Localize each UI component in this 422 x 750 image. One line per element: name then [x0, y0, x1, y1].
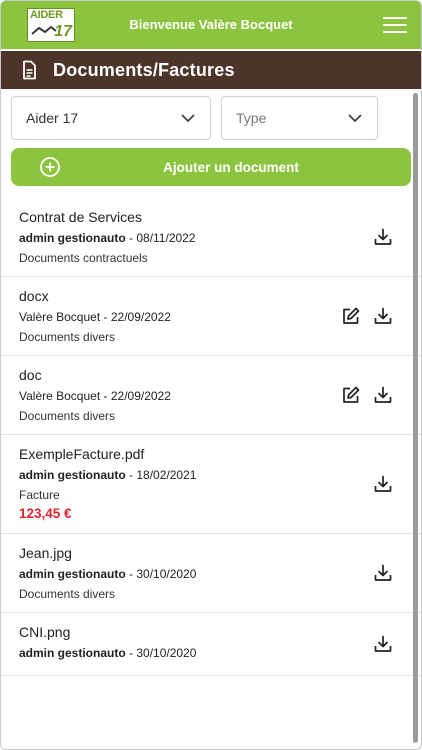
logo-text: AIDER	[30, 9, 63, 21]
download-icon[interactable]	[373, 227, 393, 247]
document-category: Documents divers	[19, 587, 116, 601]
document-meta: admin gestionauto - 18/02/2021	[19, 468, 197, 482]
document-category: Documents divers	[19, 330, 116, 344]
section-title-bar: Documents/Factures	[1, 51, 421, 89]
document-actions	[373, 474, 393, 494]
scrollbar[interactable]	[413, 93, 418, 743]
document-category: Documents contractuels	[19, 251, 148, 265]
document-row[interactable]: doc Valère Bocquet - 22/09/2022 Document…	[1, 356, 421, 435]
download-icon[interactable]	[373, 563, 393, 583]
plus-circle-icon	[40, 157, 60, 177]
document-author: Valère Bocquet	[19, 389, 101, 403]
filters-row: Aider 17 Type	[1, 89, 421, 140]
document-row[interactable]: Contrat de Services admin gestionauto - …	[1, 198, 421, 277]
document-name: CNI.png	[19, 624, 71, 640]
document-date: 08/11/2022	[136, 231, 196, 245]
document-meta: admin gestionauto - 30/10/2020	[19, 646, 197, 660]
hamburger-line	[383, 17, 407, 19]
type-select[interactable]: Type	[221, 96, 378, 140]
hamburger-line	[383, 24, 407, 26]
company-select-value: Aider 17	[26, 110, 79, 126]
document-author: Valère Bocquet	[19, 310, 101, 324]
document-category: Documents divers	[19, 409, 116, 423]
hamburger-icon[interactable]	[383, 17, 407, 33]
documents-list: Contrat de Services admin gestionauto - …	[1, 198, 421, 676]
document-name: Jean.jpg	[19, 545, 72, 561]
top-bar: AIDER 17 Bienvenue Valère Bocquet	[1, 1, 421, 49]
edit-icon[interactable]	[341, 306, 361, 326]
edit-icon[interactable]	[341, 385, 361, 405]
document-row[interactable]: Jean.jpg admin gestionauto - 30/10/2020 …	[1, 534, 421, 613]
document-actions	[341, 385, 393, 405]
document-meta: admin gestionauto - 30/10/2020	[19, 567, 197, 581]
document-name: ExempleFacture.pdf	[19, 446, 145, 462]
document-actions	[373, 563, 393, 583]
add-document-label: Ajouter un document	[163, 159, 299, 175]
document-row[interactable]: docx Valère Bocquet - 22/09/2022 Documen…	[1, 277, 421, 356]
document-date: 30/10/2020	[136, 646, 197, 660]
hamburger-line	[383, 31, 407, 33]
document-author: admin gestionauto	[19, 231, 126, 245]
document-author: admin gestionauto	[19, 468, 126, 482]
logo-roof-icon	[31, 25, 57, 35]
document-date: 22/09/2022	[110, 310, 171, 324]
chevron-down-icon	[348, 114, 362, 123]
type-select-placeholder: Type	[236, 110, 267, 126]
logo-number: 17	[54, 23, 72, 40]
document-name: docx	[19, 288, 49, 304]
document-row[interactable]: CNI.png admin gestionauto - 30/10/2020	[1, 613, 421, 676]
document-author: admin gestionauto	[19, 646, 126, 660]
document-date: 18/02/2021	[136, 468, 197, 482]
document-actions	[373, 634, 393, 654]
download-icon[interactable]	[373, 385, 393, 405]
page-title: Documents/Factures	[53, 59, 235, 80]
chevron-down-icon	[181, 114, 195, 123]
download-icon[interactable]	[373, 306, 393, 326]
add-document-button[interactable]: Ajouter un document	[11, 148, 411, 186]
company-select[interactable]: Aider 17	[11, 96, 211, 140]
document-author: admin gestionauto	[19, 567, 126, 581]
document-row[interactable]: ExempleFacture.pdf admin gestionauto - 1…	[1, 435, 421, 534]
document-name: doc	[19, 367, 42, 383]
document-date: 30/10/2020	[136, 567, 197, 581]
logo[interactable]: AIDER 17	[27, 8, 75, 42]
app-frame: AIDER 17 Bienvenue Valère Bocquet Docume…	[0, 0, 422, 750]
document-actions	[373, 227, 393, 247]
document-icon	[23, 60, 36, 80]
document-meta: admin gestionauto - 08/11/2022	[19, 231, 196, 245]
document-actions	[341, 306, 393, 326]
document-date: 22/09/2022	[110, 389, 171, 403]
document-price: 123,45 €	[19, 506, 72, 521]
document-name: Contrat de Services	[19, 209, 142, 225]
document-category: Facture	[19, 488, 60, 502]
download-icon[interactable]	[373, 634, 393, 654]
download-icon[interactable]	[373, 474, 393, 494]
